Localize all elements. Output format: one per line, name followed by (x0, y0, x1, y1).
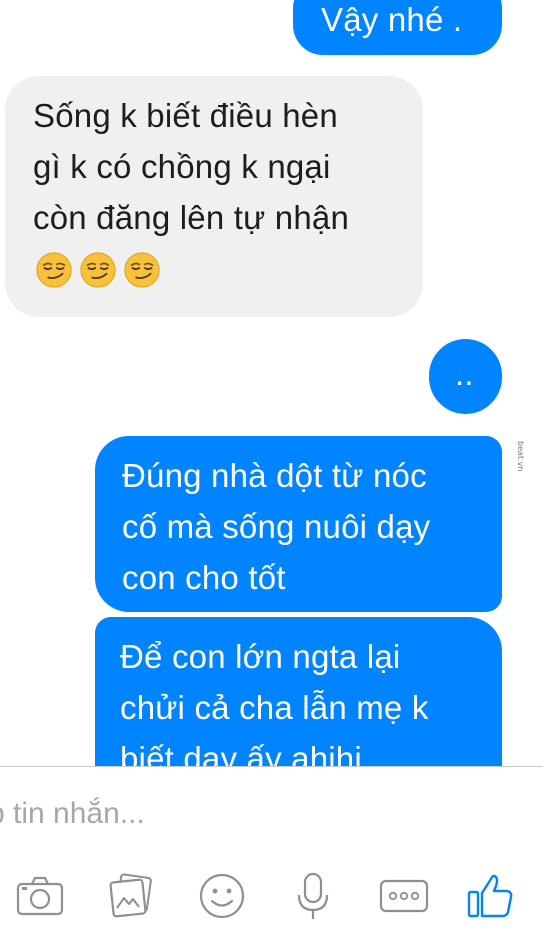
message-line: gì k có chồng k ngại (33, 148, 331, 185)
composer-toolbar (0, 862, 543, 936)
message-line: biết dạy ấy ahihi (120, 740, 362, 766)
outgoing-message[interactable]: Vậy nhé . (293, 0, 502, 55)
more-button[interactable] (376, 868, 432, 924)
message-line: Sống k biết điều hèn (33, 97, 338, 134)
sticker-button[interactable] (194, 868, 250, 924)
photo-gallery-icon (109, 873, 152, 918)
message-line: Vậy nhé . (321, 1, 463, 38)
like-thumbs-up-icon (467, 874, 513, 918)
outgoing-message[interactable]: Đúng nhà dột từ nóc cố mà sống nuôi dạy … (95, 436, 502, 612)
message-line: .. (455, 355, 474, 392)
message-line: chửi cả cha lẫn mẹ k (120, 689, 429, 726)
watermark: beat.vn (505, 441, 533, 491)
message-line: còn đăng lên tự nhận (33, 199, 350, 236)
smirking-face-icon (80, 252, 116, 288)
photo-gallery-button[interactable] (103, 868, 159, 924)
message-line: Để con lớn ngta lại (120, 638, 401, 675)
outgoing-message[interactable]: Để con lớn ngta lại chửi cả cha lẫn mẹ k… (95, 617, 502, 766)
more-icon (379, 879, 429, 913)
watermark-text: beat.vn (516, 441, 525, 472)
message-line: cố mà sống nuôi dạy (122, 508, 431, 545)
camera-button[interactable] (12, 868, 68, 924)
message-input-placeholder: p tin nhắn... (0, 797, 145, 830)
smirking-face-icon (36, 252, 72, 288)
message-line: Đúng nhà dột từ nóc (122, 457, 427, 494)
message-thread[interactable]: Vậy nhé . Sống k biết điều hèn gì k có c… (0, 0, 543, 766)
camera-icon (16, 876, 64, 916)
sticker-smiley-icon (199, 873, 245, 919)
smirking-face-icon (124, 252, 160, 288)
voice-button[interactable] (285, 868, 341, 924)
microphone-icon (297, 872, 329, 919)
outgoing-message[interactable]: .. (429, 339, 502, 414)
like-button[interactable] (462, 868, 518, 924)
incoming-message[interactable]: Sống k biết điều hèn gì k có chồng k ngạ… (5, 76, 423, 317)
message-line: con cho tốt (122, 559, 286, 596)
emoji-row (33, 251, 423, 289)
